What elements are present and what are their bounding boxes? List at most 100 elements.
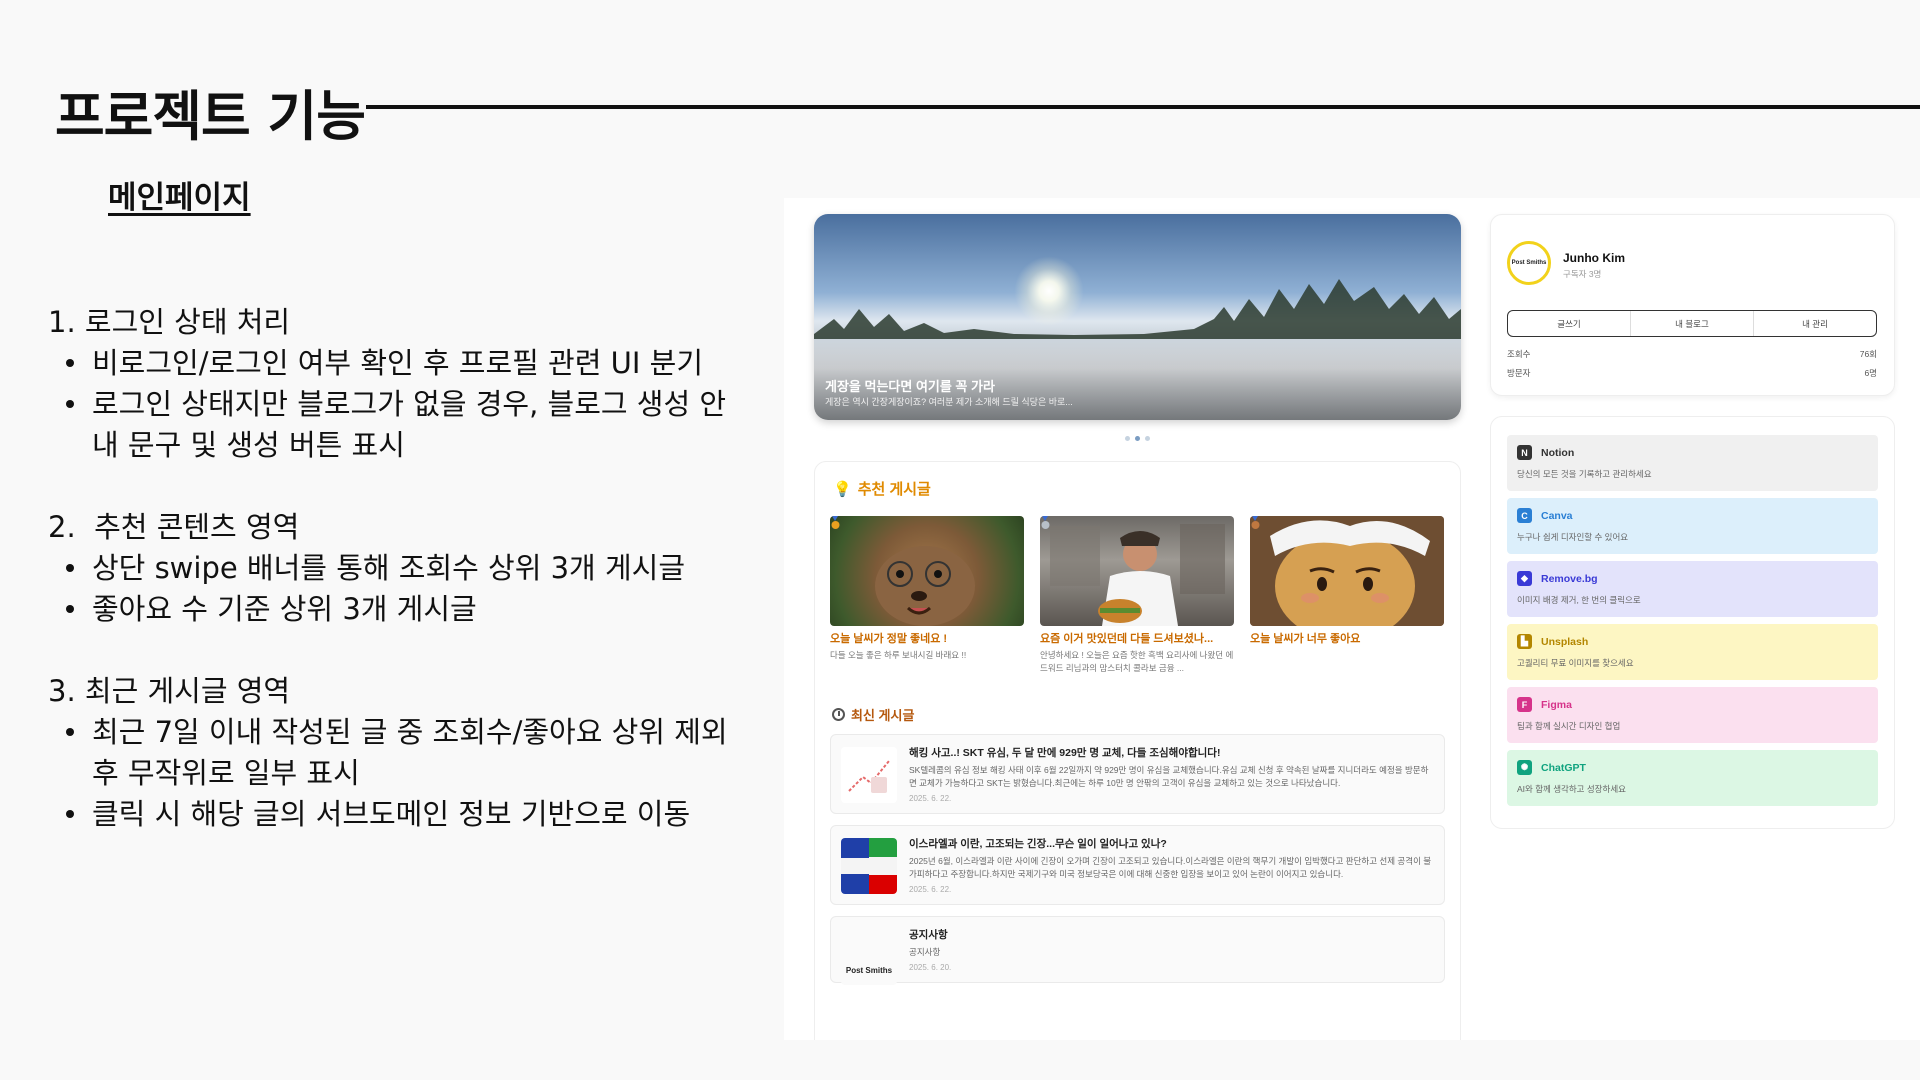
post-title: 해킹 사고..! SKT 유심, 두 달 만에 929만 명 교체, 다들 조심… <box>909 747 1221 759</box>
slide-subtitle: 메인페이지 <box>108 180 251 216</box>
bullet: 최근 7일 이내 작성된 글 중 조회수/좋아요 상위 제외 후 무작위로 일부… <box>48 712 748 794</box>
chatgpt-icon: ✺ <box>1517 760 1532 775</box>
post-date: 2025. 6. 20. <box>909 963 952 972</box>
tree-line-graphic <box>814 279 1461 339</box>
bullet: 상단 swipe 배너를 통해 조회수 상위 3개 게시글 <box>48 548 748 589</box>
tool-item-unsplash[interactable]: ▙ Unsplash 고퀄리티 무료 이미지를 찾으세요 <box>1507 624 1878 680</box>
visitors-value: 6명 <box>1864 368 1877 378</box>
views-value: 76회 <box>1859 349 1877 359</box>
slide-title: 프로젝트 기능 <box>55 85 366 148</box>
recommended-card[interactable]: 오늘 날씨가 정말 좋네요 ! 다들 오늘 좋은 하루 보내시길 바래요 !! <box>830 516 1024 675</box>
bullet: 좋아요 수 기준 상위 3개 게시글 <box>48 589 748 630</box>
clock-icon <box>832 708 845 721</box>
bullet: 클릭 시 해당 글의 서브도메인 정보 기반으로 이동 <box>48 794 748 835</box>
my-blog-button[interactable]: 내 블로그 <box>1631 311 1754 336</box>
notion-icon: N <box>1517 445 1532 460</box>
recommended-card[interactable]: 오늘 날씨가 너무 좋아요 <box>1250 516 1444 675</box>
card-title: 오늘 날씨가 정말 좋네요 ! <box>830 633 948 645</box>
recommended-label: 추천 게시글 <box>857 481 931 498</box>
page-dot[interactable] <box>1125 436 1130 441</box>
tool-item-removebg[interactable]: ◆ Remove.bg 이미지 배경 제거, 한 번의 클릭으로 <box>1507 561 1878 617</box>
post-thumbnail <box>841 838 897 894</box>
feature-outline: 1. 로그인 상태 처리 비로그인/로그인 여부 확인 후 프로필 관련 UI … <box>48 302 748 876</box>
tool-desc: 누구나 쉽게 디자인할 수 있어요 <box>1517 532 1629 542</box>
card-title: 오늘 날씨가 너무 좋아요 <box>1250 633 1361 645</box>
removebg-icon: ◆ <box>1517 571 1532 586</box>
section-recent: 3. 최근 게시글 영역 최근 7일 이내 작성된 글 중 조회수/좋아요 상위… <box>48 671 748 835</box>
bullet: 로그인 상태지만 블로그가 없을 경우, 블로그 생성 안내 문구 및 생성 버… <box>48 384 748 466</box>
main-page-screenshot: 게장을 먹는다면 여기를 꼭 가라 게장은 역시 간장게장이죠? 여러분 제가 … <box>784 198 1920 1040</box>
tool-item-canva[interactable]: C Canva 누구나 쉽게 디자인할 수 있어요 <box>1507 498 1878 554</box>
post-thumbnail <box>841 747 897 803</box>
recent-posts: 해킹 사고..! SKT 유심, 두 달 만에 929만 명 교체, 다들 조심… <box>830 734 1445 994</box>
tool-name: Canva <box>1541 510 1573 522</box>
post-date: 2025. 6. 22. <box>909 885 952 894</box>
post-thumbnail: Post Smiths <box>841 929 897 985</box>
tool-desc: 팀과 함께 실시간 디자인 협업 <box>1517 721 1621 731</box>
page-dot-active[interactable] <box>1135 436 1140 441</box>
tool-links: N Notion 당신의 모든 것을 기록하고 관리하세요 C Canva 누구나 쉽게 … <box>1490 416 1895 829</box>
section-heading: 로그인 상태 처리 <box>84 305 291 339</box>
bullet: 비로그인/로그인 여부 확인 후 프로필 관련 UI 분기 <box>48 343 748 384</box>
figma-icon: F <box>1517 697 1532 712</box>
canva-icon: C <box>1517 508 1532 523</box>
content-feed: 💡 추천 게시글 오늘 날씨가 정말 좋네요 ! 다들 오늘 좋은 하루 보내시… <box>814 461 1461 1040</box>
avatar[interactable]: Post Smiths <box>1507 241 1551 285</box>
post-body: 공지사항 <box>909 947 941 957</box>
post-item[interactable]: Post Smiths 공지사항 공지사항 2025. 6. 20. <box>830 916 1445 985</box>
post-title: 공지사항 <box>909 929 948 941</box>
section-recommended: 2. 추천 콘텐츠 영역 상단 swipe 배너를 통해 조회수 상위 3개 게… <box>48 507 748 630</box>
post-title: 이스라엘과 이란, 고조되는 긴장...무슨 일이 일어나고 있나? <box>909 838 1167 850</box>
tool-desc: 당신의 모든 것을 기록하고 관리하세요 <box>1517 469 1652 479</box>
lightbulb-icon: 💡 <box>833 480 852 498</box>
subscriber-count: 구독자 3명 <box>1563 269 1602 279</box>
tool-item-chatgpt[interactable]: ✺ ChatGPT AI와 함께 생각하고 성장하세요 <box>1507 750 1878 806</box>
tool-name: Remove.bg <box>1541 573 1598 585</box>
banner-pagination[interactable] <box>1125 436 1150 441</box>
tool-desc: AI와 함께 생각하고 성장하세요 <box>1517 784 1626 794</box>
profile-card: Post Smiths Junho Kim 구독자 3명 글쓰기 내 블로그 내… <box>1490 214 1895 396</box>
medal-icon <box>1041 516 1050 529</box>
medal-icon <box>1251 516 1260 529</box>
section-login: 1. 로그인 상태 처리 비로그인/로그인 여부 확인 후 프로필 관련 UI … <box>48 302 748 466</box>
views-label: 조회수 <box>1507 349 1531 359</box>
medal-icon <box>831 516 840 529</box>
chef-graphic <box>1050 524 1225 626</box>
tool-name: ChatGPT <box>1541 762 1586 774</box>
post-date: 2025. 6. 22. <box>909 794 952 803</box>
section-heading: 추천 콘텐츠 영역 <box>94 510 300 544</box>
tool-name: Figma <box>1541 699 1572 711</box>
title-divider <box>366 105 1920 109</box>
post-item[interactable]: 해킹 사고..! SKT 유심, 두 달 만에 929만 명 교체, 다들 조심… <box>830 734 1445 814</box>
post-body: 2025년 6월, 이스라엘과 이란 사이에 긴장이 오가며 긴장이 고조되고 … <box>909 856 1432 879</box>
section-heading: 최근 게시글 영역 <box>84 674 291 708</box>
post-smiths-logo: Post Smiths <box>845 966 893 975</box>
views-stat: 조회수 76회 <box>1507 348 1877 360</box>
card-desc: 다들 오늘 좋은 하루 보내시길 바래요 !! <box>830 650 967 660</box>
sim-card-graphic <box>848 760 890 793</box>
profile-actions: 글쓰기 내 블로그 내 관리 <box>1507 310 1877 337</box>
card-desc: 안녕하세요 ! 오늘은 요즘 핫한 흑백 요리사에 나왔던 에드워드 리님과의 … <box>1040 650 1234 673</box>
tool-item-notion[interactable]: N Notion 당신의 모든 것을 기록하고 관리하세요 <box>1507 435 1878 491</box>
swipe-banner[interactable]: 게장을 먹는다면 여기를 꼭 가라 게장은 역시 간장게장이죠? 여러분 제가 … <box>814 214 1461 420</box>
banner-desc: 게장은 역시 간장게장이죠? 여러분 제가 소개해 드릴 식당은 바로... <box>825 397 1073 407</box>
cartoon-graphic <box>1250 516 1444 626</box>
post-body: SK텔레콤의 유심 정보 해킹 사태 이후 6월 22일까지 약 929만 명이… <box>909 765 1429 788</box>
card-thumbnail <box>830 516 1024 626</box>
write-button[interactable]: 글쓰기 <box>1508 311 1631 336</box>
page-dot[interactable] <box>1145 436 1150 441</box>
my-manage-button[interactable]: 내 관리 <box>1754 311 1876 336</box>
tool-name: Notion <box>1541 447 1575 459</box>
recommended-card[interactable]: 요즘 이거 맛있던데 다들 드셔보셨나... 안녕하세요 ! 오늘은 요즘 핫한… <box>1040 516 1234 675</box>
recent-header: 최신 게시글 <box>832 705 914 724</box>
card-thumbnail <box>1040 516 1234 626</box>
quokka-graphic <box>875 546 975 626</box>
post-item[interactable]: 이스라엘과 이란, 고조되는 긴장...무슨 일이 일어나고 있나? 2025년… <box>830 825 1445 905</box>
section-number: 1. <box>48 305 76 339</box>
visitors-label: 방문자 <box>1507 368 1531 378</box>
unsplash-icon: ▙ <box>1517 634 1532 649</box>
recommended-header: 💡 추천 게시글 <box>833 478 931 499</box>
recommended-cards: 오늘 날씨가 정말 좋네요 ! 다들 오늘 좋은 하루 보내시길 바래요 !! <box>830 516 1444 675</box>
flags-graphic <box>841 838 897 894</box>
tool-item-figma[interactable]: F Figma 팀과 함께 실시간 디자인 협업 <box>1507 687 1878 743</box>
